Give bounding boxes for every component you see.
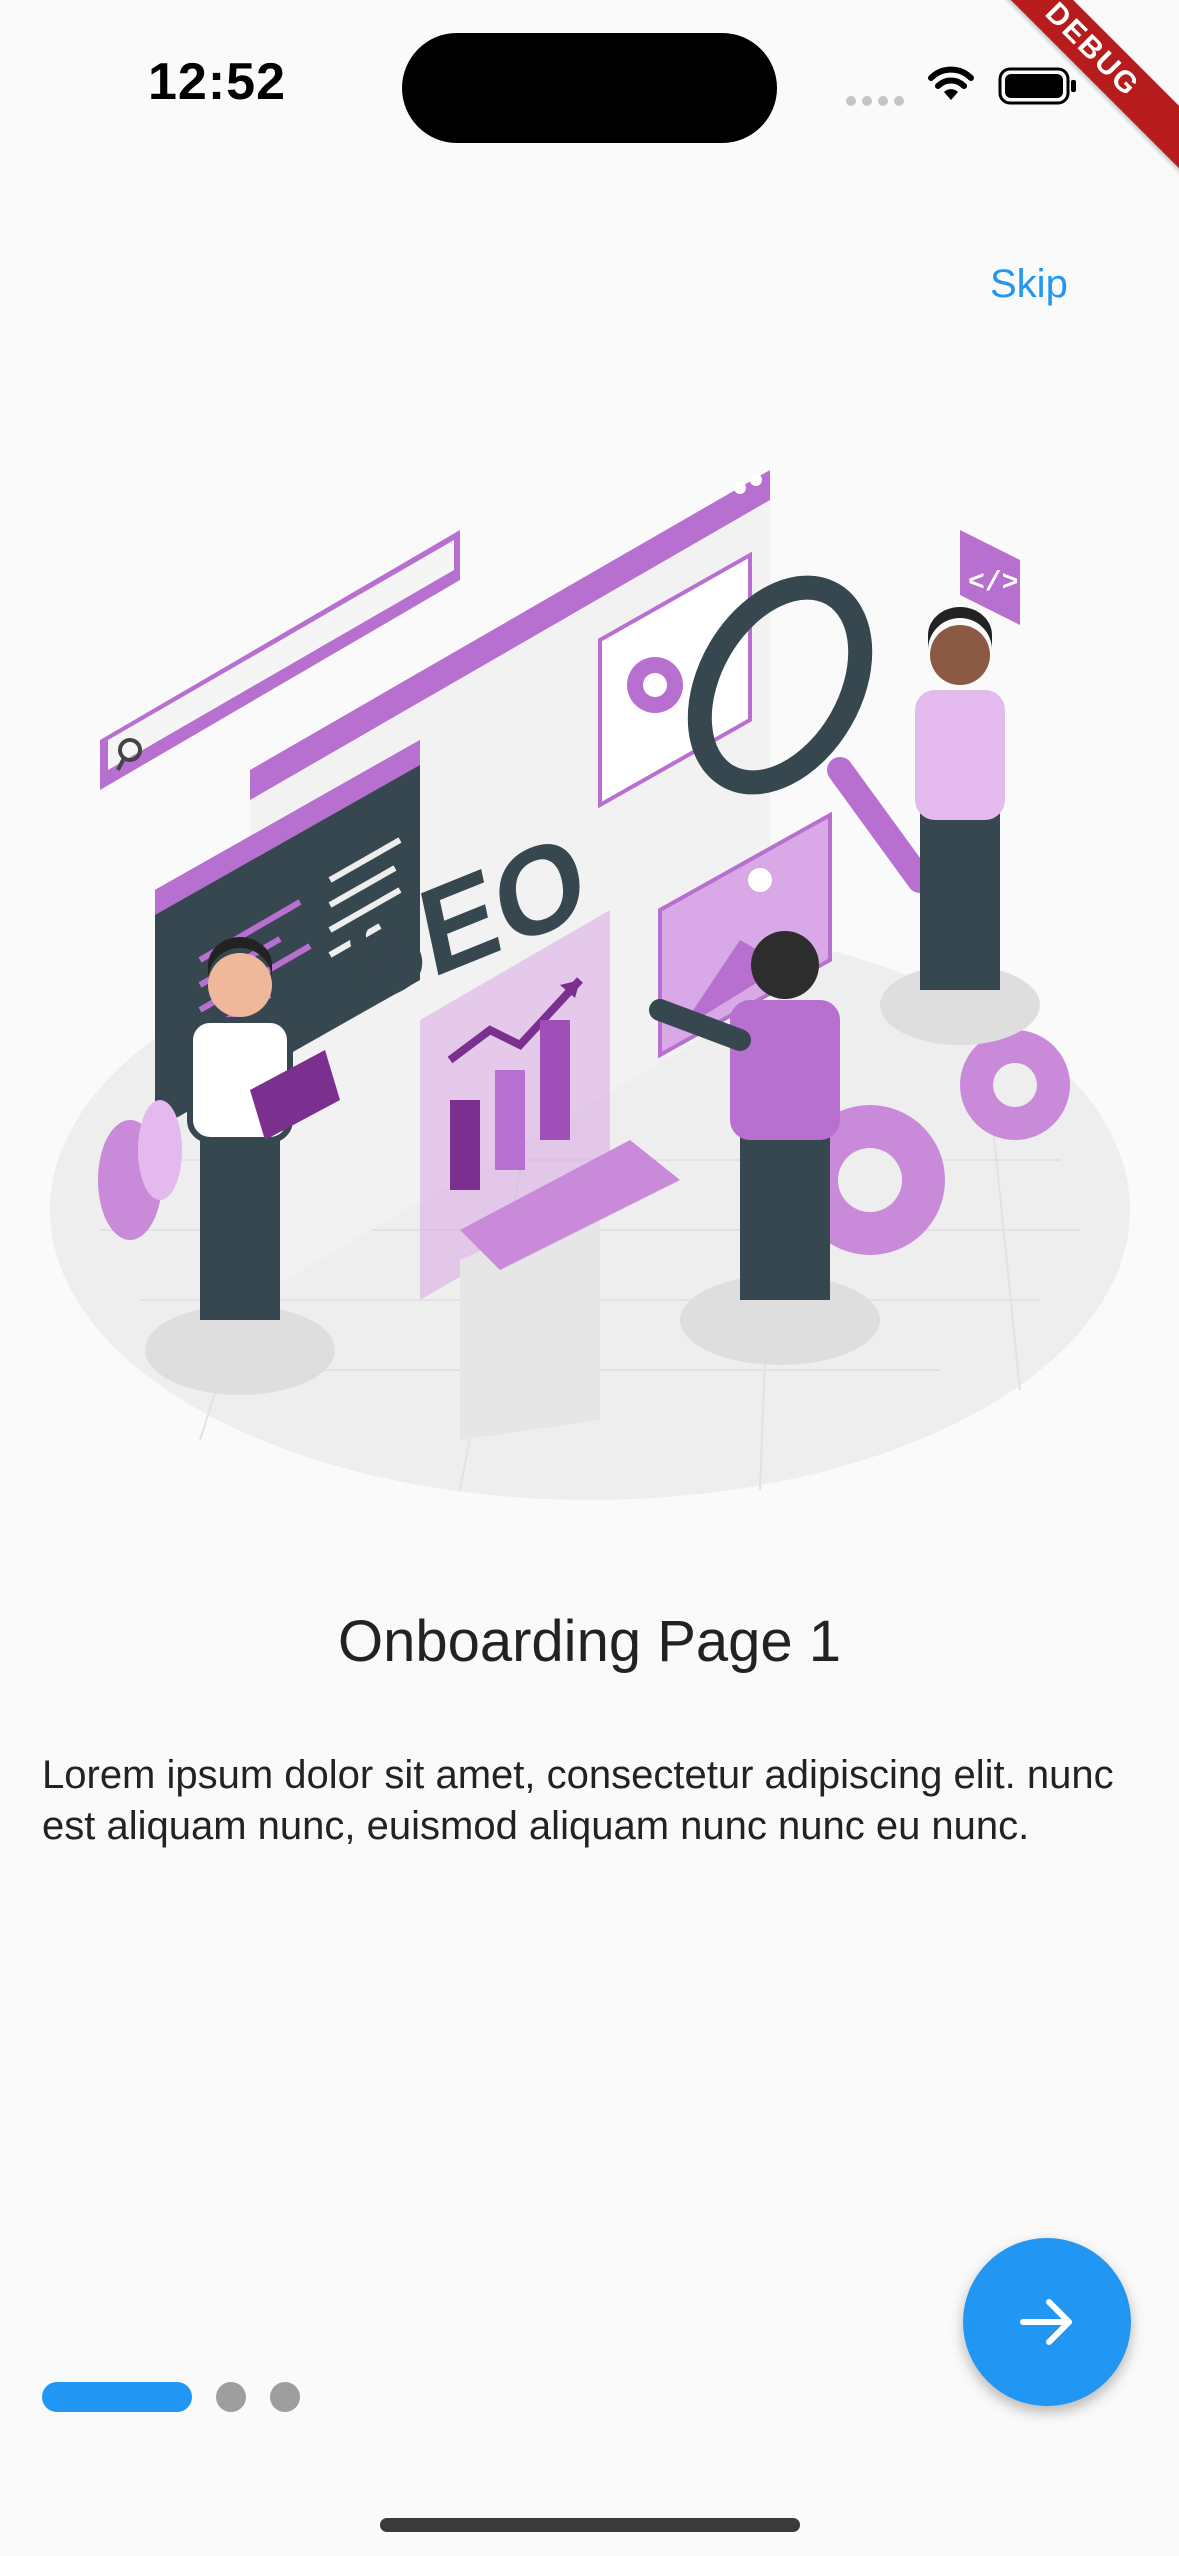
onboarding-illustration: SEO </> xyxy=(50,470,1130,1500)
page-description: Lorem ipsum dolor sit amet, consectetur … xyxy=(42,1753,1114,1848)
dynamic-island xyxy=(402,33,777,143)
skip-button[interactable]: Skip xyxy=(990,262,1068,307)
wifi-icon xyxy=(928,66,974,100)
page-title: Onboarding Page 1 xyxy=(337,1609,842,1674)
status-bar: 12:52 xyxy=(0,0,1179,150)
person-right-graphic xyxy=(880,607,1040,1045)
cellular-signal-icon xyxy=(846,96,904,106)
page-indicator-dot-active xyxy=(42,2382,192,2412)
home-indicator xyxy=(380,2518,800,2532)
next-button[interactable] xyxy=(963,2238,1131,2406)
page-indicator-dot xyxy=(270,2382,300,2412)
page-indicator-dot xyxy=(216,2382,246,2412)
battery-icon xyxy=(998,67,1076,105)
svg-text:</>: </> xyxy=(968,568,1018,599)
arrow-right-icon xyxy=(1020,2299,1072,2345)
status-time: 12:52 xyxy=(148,53,286,111)
